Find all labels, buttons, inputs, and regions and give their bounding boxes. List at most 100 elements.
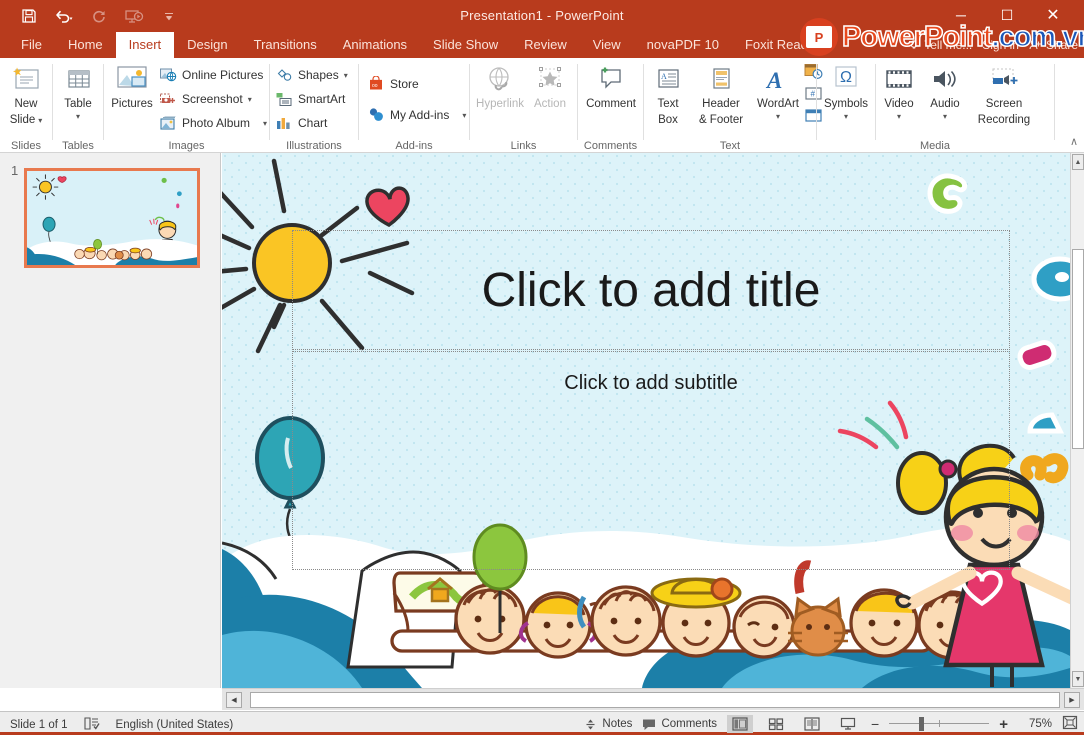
tell-me-search[interactable]: Tell me... [908, 38, 972, 52]
chevron-down-icon[interactable]: ▾ [462, 111, 466, 119]
tab-design[interactable]: Design [174, 32, 240, 58]
header-and-footer-button[interactable]: Header & Footer [690, 61, 752, 127]
chevron-down-icon[interactable]: ▾ [897, 113, 901, 121]
tab-review[interactable]: Review [511, 32, 580, 58]
screen-recording-button[interactable]: Screen Recording [968, 61, 1040, 127]
ribbon-separator-10 [1054, 64, 1055, 140]
slide-thumbnail-1[interactable] [24, 168, 200, 268]
notes-button[interactable]: Notes [584, 718, 632, 731]
online-pictures-button[interactable]: Online Pictures [160, 65, 263, 85]
thumbnail-number: 1 [11, 163, 19, 178]
tab-home[interactable]: Home [55, 32, 116, 58]
tab-insert[interactable]: Insert [115, 32, 175, 58]
slide-editing-pane[interactable]: Click to add title Click to add subtitle [222, 153, 1070, 688]
slide-show-button[interactable] [835, 715, 861, 733]
chevron-down-icon[interactable]: ▾ [844, 113, 848, 121]
vertical-scrollbar[interactable]: ▲ ▼ [1070, 153, 1084, 688]
title-placeholder[interactable]: Click to add title [292, 230, 1010, 350]
text-box-icon: A [653, 61, 683, 95]
scroll-down-icon[interactable]: ▼ [1072, 671, 1084, 687]
new-slide-button[interactable]: New Slide ▾ [0, 61, 54, 127]
tab-animations[interactable]: Animations [330, 32, 420, 58]
language-label[interactable]: English (United States) [116, 719, 234, 731]
comments-icon [643, 719, 656, 730]
scroll-right-icon[interactable]: ▶ [1064, 692, 1080, 708]
screenshot-button[interactable]: Screenshot ▾ [160, 89, 252, 109]
vertical-scroll-thumb[interactable] [1072, 249, 1084, 449]
window-controls: ─ ☐ ✕ [938, 0, 1076, 32]
chevron-down-icon[interactable]: ▾ [776, 113, 780, 121]
my-add-ins-button[interactable]: My Add-ins ▾ [368, 105, 466, 125]
reading-view-button[interactable] [799, 715, 825, 733]
ribbon: New Slide ▾ Slides Table ▾ Tables Pictur… [0, 58, 1084, 153]
store-button[interactable]: oo Store [368, 74, 419, 94]
normal-view-button[interactable] [727, 715, 754, 733]
table-label: Table [64, 98, 92, 110]
scroll-left-icon[interactable]: ◀ [226, 692, 242, 708]
tab-novapdf-10[interactable]: novaPDF 10 [634, 32, 732, 58]
tab-slide-show[interactable]: Slide Show [420, 32, 511, 58]
horizontal-scroll-thumb[interactable] [250, 692, 1060, 708]
slide-show-icon [840, 717, 856, 730]
zoom-level-label[interactable]: 75% [1018, 718, 1052, 730]
minimize-button[interactable]: ─ [938, 0, 984, 30]
symbols-button[interactable]: Ω Symbols ▾ [817, 61, 875, 121]
chevron-down-icon[interactable]: ▾ [76, 113, 80, 121]
photo-album-button[interactable]: Photo Album ▾ [160, 113, 267, 133]
wordart-icon: A [762, 61, 794, 95]
sign-in-button[interactable]: Sign in [982, 38, 1019, 52]
pictures-button[interactable]: Pictures [104, 61, 160, 111]
close-button[interactable]: ✕ [1030, 0, 1076, 30]
action-button[interactable]: Action [522, 61, 578, 111]
subtitle-placeholder[interactable]: Click to add subtitle [292, 351, 1010, 570]
photo-album-label: Photo Album [182, 116, 251, 130]
action-label: Action [534, 98, 566, 110]
store-label: Store [390, 77, 419, 91]
ribbon-group-label-illustrations: Illustrations [286, 140, 342, 152]
smartart-button[interactable]: SmartArt [276, 89, 345, 109]
tab-foxit-reader[interactable]: Foxit Reader [732, 32, 832, 58]
maximize-button[interactable]: ☐ [984, 0, 1030, 30]
chart-button[interactable]: Chart [276, 113, 327, 133]
shapes-button[interactable]: Shapes ▾ [276, 65, 348, 85]
slide-sorter-view-button[interactable] [763, 715, 789, 733]
fit-slide-to-window-icon[interactable] [1062, 715, 1078, 733]
store-icon: oo [368, 76, 385, 93]
proofing-icon[interactable] [83, 717, 100, 733]
horizontal-scrollbar[interactable]: ◀ ▶ [222, 688, 1084, 710]
comment-button[interactable]: Comment [582, 61, 640, 111]
text-box-button[interactable]: A Text Box [646, 61, 690, 127]
share-button[interactable]: Share [1029, 38, 1078, 52]
video-button[interactable]: Video ▾ [876, 61, 922, 121]
comments-button[interactable]: Comments [642, 718, 717, 731]
tab-view[interactable]: View [580, 32, 634, 58]
chevron-down-icon[interactable]: ▾ [38, 117, 42, 125]
new-slide-label-1: New [14, 98, 38, 110]
ribbon-group-symbols: Ω Symbols ▾ [817, 58, 875, 153]
chevron-down-icon[interactable]: ▾ [248, 95, 252, 103]
ribbon-group-links: Hyperlink Action Links [470, 58, 577, 153]
collapse-ribbon-button[interactable]: ∧ [1070, 135, 1078, 148]
zoom-out-button[interactable]: − [871, 716, 879, 732]
table-icon [61, 61, 95, 95]
screen-recording-label-1: Screen [985, 98, 1023, 110]
comment-label: Comment [586, 98, 636, 110]
tab-transitions[interactable]: Transitions [241, 32, 330, 58]
table-button[interactable]: Table ▾ [50, 61, 106, 121]
slide-count-label[interactable]: Slide 1 of 1 [10, 719, 68, 731]
wordart-label: WordArt [757, 98, 799, 110]
hyperlink-button[interactable]: Hyperlink [472, 61, 528, 111]
chevron-down-icon[interactable]: ▾ [344, 71, 348, 79]
tab-file[interactable]: File [8, 32, 55, 58]
zoom-in-button[interactable]: + [999, 716, 1008, 733]
scroll-up-icon[interactable]: ▲ [1072, 154, 1084, 170]
ribbon-tabs: File Home Insert Design Transitions Anim… [8, 32, 832, 58]
audio-button[interactable]: Audio ▾ [922, 61, 968, 121]
ribbon-tab-right-area: Tell me... Sign in Share [908, 32, 1078, 58]
wordart-button[interactable]: A WordArt ▾ [752, 61, 804, 121]
zoom-slider-handle[interactable] [919, 717, 925, 731]
zoom-slider-tick [939, 720, 941, 727]
chevron-down-icon[interactable]: ▾ [943, 113, 947, 121]
chevron-down-icon[interactable]: ▾ [263, 119, 267, 127]
zoom-slider[interactable] [889, 717, 990, 731]
